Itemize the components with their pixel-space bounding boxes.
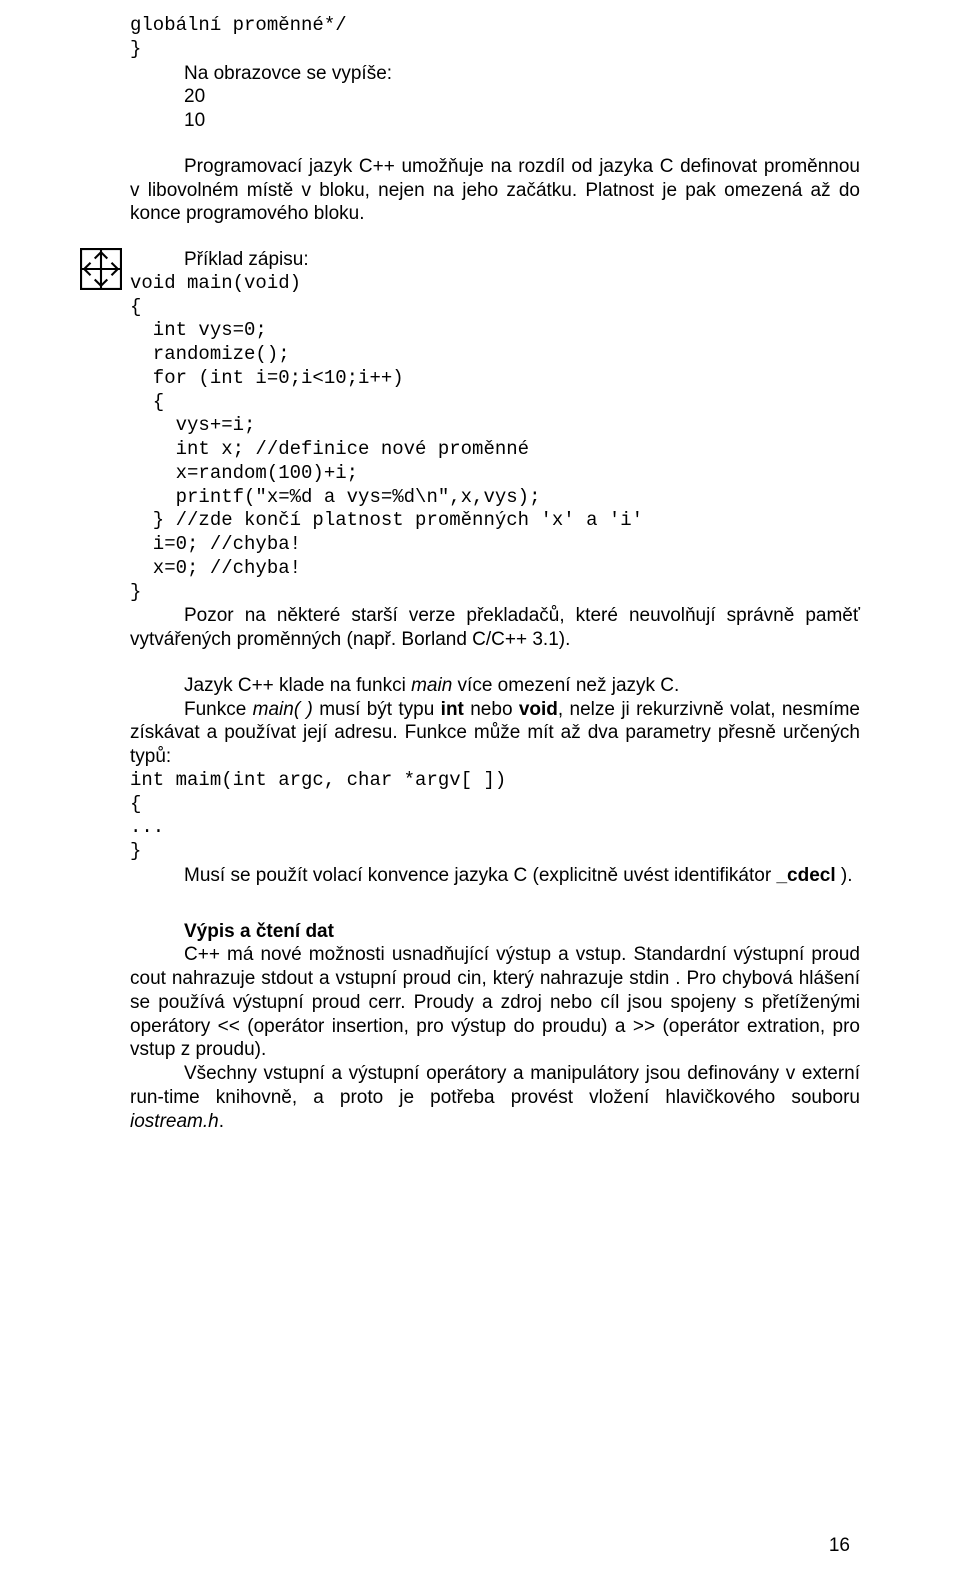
code-line: x=random(100)+i;: [130, 462, 860, 486]
code-line: for (int i=0;i<10;i++): [130, 367, 860, 391]
paragraph: C++ má nové možnosti usnadňující výstup …: [130, 943, 860, 1062]
code-line: int vys=0;: [130, 319, 860, 343]
code-line: vys+=i;: [130, 414, 860, 438]
code-line: int x; //definice nové proměnné: [130, 438, 860, 462]
code-line: {: [130, 296, 860, 320]
paragraph: Programovací jazyk C++ umožňuje na rozdí…: [130, 155, 860, 226]
paragraph: Jazyk C++ klade na funkci main více omez…: [130, 674, 860, 698]
example-label: Příklad zápisu:: [130, 248, 860, 272]
code-line: {: [130, 793, 860, 817]
section-heading: Výpis a čtení dat: [130, 920, 860, 944]
code-line: globální proměnné*/: [130, 14, 860, 38]
output-label: Na obrazovce se vypíše:: [184, 62, 860, 86]
paragraph: Všechny vstupní a výstupní operátory a m…: [130, 1062, 860, 1133]
code-line: void main(void): [130, 272, 860, 296]
code-line: int maim(int argc, char *argv[ ]): [130, 769, 860, 793]
paragraph: Pozor na některé starší verze překladačů…: [130, 604, 860, 652]
code-line: }: [130, 581, 860, 605]
output-value: 20: [184, 85, 860, 109]
page-number: 16: [829, 1535, 850, 1557]
code-line: } //zde končí platnost proměnných 'x' a …: [130, 509, 860, 533]
code-line: }: [130, 840, 860, 864]
code-line: }: [130, 38, 860, 62]
code-line: x=0; //chyba!: [130, 557, 860, 581]
code-line: randomize();: [130, 343, 860, 367]
collapse-icon: [80, 248, 122, 290]
output-value: 10: [184, 109, 860, 133]
code-line: {: [130, 391, 860, 415]
paragraph: Musí se použít volací konvence jazyka C …: [130, 864, 860, 888]
code-line: ...: [130, 816, 860, 840]
code-line: i=0; //chyba!: [130, 533, 860, 557]
document-page: globální proměnné*/ } Na obrazovce se vy…: [0, 0, 960, 1577]
code-line: printf("x=%d a vys=%d\n",x,vys);: [130, 486, 860, 510]
paragraph: Funkce main( ) musí být typu int nebo vo…: [130, 698, 860, 769]
